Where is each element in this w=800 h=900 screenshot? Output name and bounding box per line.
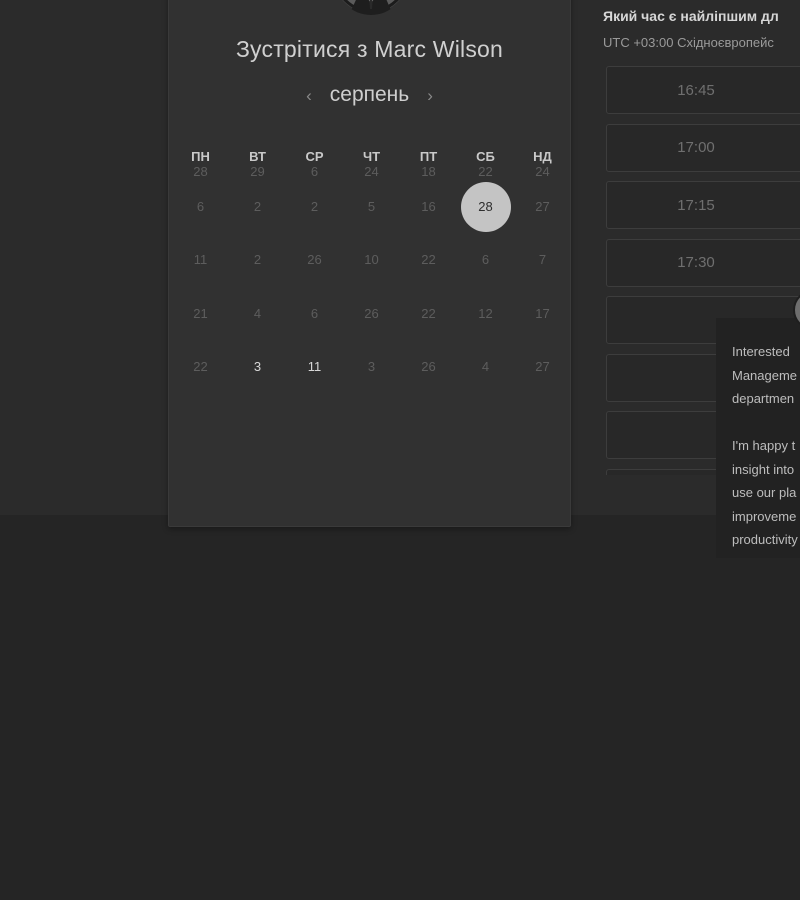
calendar-day: 5 bbox=[367, 199, 376, 215]
time-slot-button[interactable]: 17:15 bbox=[606, 181, 800, 229]
weekday-mon: ПН bbox=[191, 149, 210, 164]
calendar-day: 29 bbox=[250, 164, 265, 179]
calendar-day: 22 bbox=[478, 164, 493, 179]
month-label: серпень bbox=[329, 83, 410, 106]
time-slot-button[interactable]: 17:30 bbox=[606, 238, 800, 287]
calendar-day: 11 bbox=[193, 252, 208, 268]
calendar-day: 2 bbox=[253, 252, 262, 268]
calendar-day: 24 bbox=[535, 164, 550, 179]
calendar-day: 6 bbox=[196, 199, 205, 215]
time-slot-button[interactable]: 16:45 bbox=[606, 66, 800, 114]
calendar-day: 26 bbox=[421, 359, 436, 375]
calendar-day: 7 bbox=[538, 252, 547, 268]
available-day[interactable]: 3 bbox=[229, 340, 286, 393]
calendar-day: 26 bbox=[364, 305, 379, 321]
calendar-day: 28 bbox=[193, 164, 208, 179]
calendar-day: 10 bbox=[364, 252, 379, 268]
calendar-day: 18 bbox=[421, 164, 436, 179]
calendar-day: 2 bbox=[310, 199, 319, 215]
weekday-sat: СБ bbox=[476, 149, 495, 164]
calendar-day: 24 bbox=[364, 164, 379, 179]
chevron-right-icon[interactable]: › bbox=[427, 87, 433, 104]
meeting-title: Зустрітися з Marc Wilson bbox=[235, 36, 504, 62]
weekday-tue: ВТ bbox=[249, 149, 266, 164]
weekday-wed: СР bbox=[305, 149, 324, 164]
calendar-day: 6 bbox=[481, 252, 490, 268]
timezone-label[interactable]: UTC +03:00 Східноєвропейс bbox=[603, 35, 774, 50]
calendar-day: 12 bbox=[478, 305, 493, 321]
time-slot-button[interactable]: 17:00 bbox=[606, 123, 800, 172]
selected-day[interactable]: 28 bbox=[457, 180, 514, 233]
weekday-sun: НД bbox=[533, 149, 552, 164]
selected-day-label[interactable]: 28 bbox=[460, 181, 511, 232]
calendar-day: 21 bbox=[193, 305, 208, 321]
calendar-day: 22 bbox=[421, 252, 436, 268]
calendar-card: Зустрітися з Marc Wilson ‹ серпень › ПН … bbox=[168, 0, 571, 527]
chat-message-text: Interested Manageme departmen I'm happy … bbox=[732, 344, 798, 547]
calendar-day: 26 bbox=[307, 252, 322, 268]
calendar-day: 2 bbox=[253, 199, 262, 215]
calendar-day: 16 bbox=[421, 199, 436, 215]
time-question-heading: Який час є найліпшим дл bbox=[603, 8, 779, 24]
calendar-day: 27 bbox=[535, 359, 550, 375]
calendar-day: 22 bbox=[193, 359, 208, 375]
calendar-day: 4 bbox=[253, 305, 262, 321]
booking-page: Зустрітися з Marc Wilson ‹ серпень › ПН … bbox=[0, 0, 800, 900]
month-navigation: ‹ серпень › bbox=[169, 81, 570, 109]
calendar-day: 6 bbox=[310, 305, 319, 321]
calendar-day: 6 bbox=[310, 164, 319, 179]
chat-message-popup[interactable]: Interested Manageme departmen I'm happy … bbox=[716, 318, 800, 558]
chevron-left-icon[interactable]: ‹ bbox=[306, 87, 312, 104]
weekday-header: ПН ВТ СР ЧТ ПТ СБ НД bbox=[172, 149, 571, 164]
calendar-days-grid: 28 29 6 24 18 22 24 6 2 2 5 16 28 27 11 … bbox=[172, 163, 571, 393]
calendar-day: 22 bbox=[421, 305, 436, 321]
calendar-day: 4 bbox=[481, 359, 490, 375]
weekday-fri: ПТ bbox=[419, 149, 438, 164]
calendar-day: 27 bbox=[535, 199, 550, 215]
available-day[interactable]: 11 bbox=[286, 340, 343, 393]
host-avatar bbox=[335, 0, 407, 15]
weekday-thu: ЧТ bbox=[362, 149, 381, 164]
calendar-day: 3 bbox=[367, 359, 376, 375]
calendar-day: 17 bbox=[535, 305, 550, 321]
